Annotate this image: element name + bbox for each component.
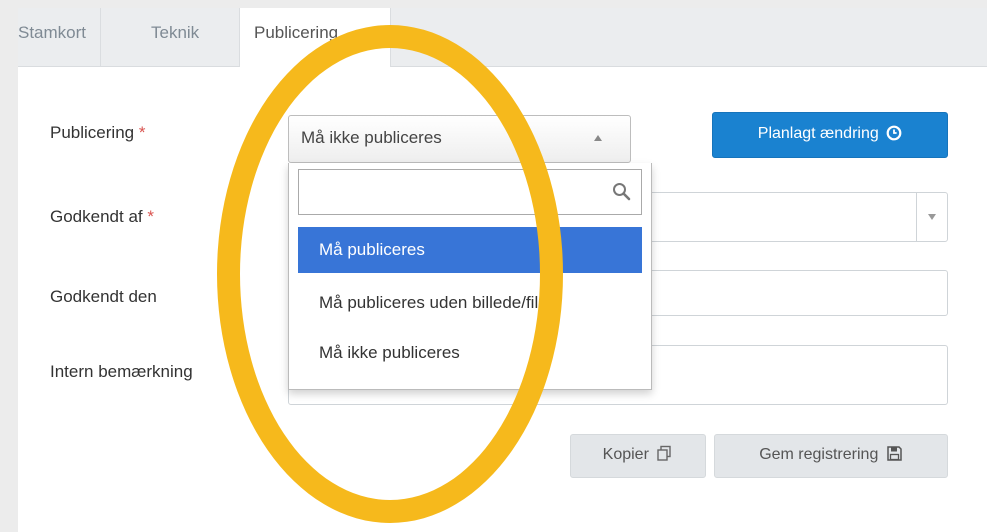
floppy-disk-icon (886, 438, 903, 478)
publicering-dropdown: Må publiceres Må publiceres uden billede… (288, 163, 652, 390)
godkendt-af-select[interactable] (628, 192, 948, 242)
kopier-button[interactable]: Kopier (570, 434, 706, 478)
kopier-label: Kopier (602, 446, 649, 463)
copy-icon (656, 438, 673, 478)
godkendt-den-label: Godkendt den (50, 287, 157, 306)
dropdown-option-maa-ikke-publiceres[interactable]: Må ikke publiceres (298, 330, 642, 376)
form-panel: Stamkort Teknik Publicering Publicering … (18, 8, 987, 532)
publicering-label-text: Publicering (50, 123, 135, 142)
clock-icon (886, 116, 902, 158)
caret-up-icon (594, 135, 602, 141)
required-marker: * (138, 123, 146, 142)
publicering-select[interactable]: Må ikke publiceres (288, 115, 631, 163)
dropdown-search-input[interactable] (307, 172, 601, 214)
dropdown-option-maa-publiceres-uden-billede[interactable]: Må publiceres uden billede/fil (298, 280, 642, 326)
dropdown-search-box (298, 169, 642, 215)
tab-publicering[interactable]: Publicering (239, 8, 391, 67)
planlagt-aendring-button[interactable]: Planlagt ændring (712, 112, 948, 158)
gem-registrering-label: Gem registrering (759, 446, 879, 463)
gem-registrering-button[interactable]: Gem registrering (714, 434, 948, 478)
tab-teknik[interactable]: Teknik (137, 8, 213, 66)
publicering-select-value: Må ikke publiceres (301, 128, 442, 147)
godkendt-den-input[interactable] (628, 270, 948, 316)
tab-stamkort[interactable]: Stamkort (4, 8, 102, 66)
intern-bemaerkning-label: Intern bemærkning (50, 362, 193, 381)
publicering-label: Publicering * (50, 123, 145, 143)
caret-down-icon (928, 214, 936, 220)
planlagt-aendring-label: Planlagt ændring (757, 125, 879, 142)
godkendt-af-label-text: Godkendt af (50, 207, 143, 226)
tab-bar: Stamkort Teknik Publicering (18, 8, 987, 67)
godkendt-af-label: Godkendt af * (50, 207, 154, 227)
select-toggle[interactable] (916, 193, 947, 241)
dropdown-option-maa-publiceres[interactable]: Må publiceres (298, 227, 642, 273)
search-icon (612, 182, 631, 206)
required-marker: * (147, 207, 154, 226)
